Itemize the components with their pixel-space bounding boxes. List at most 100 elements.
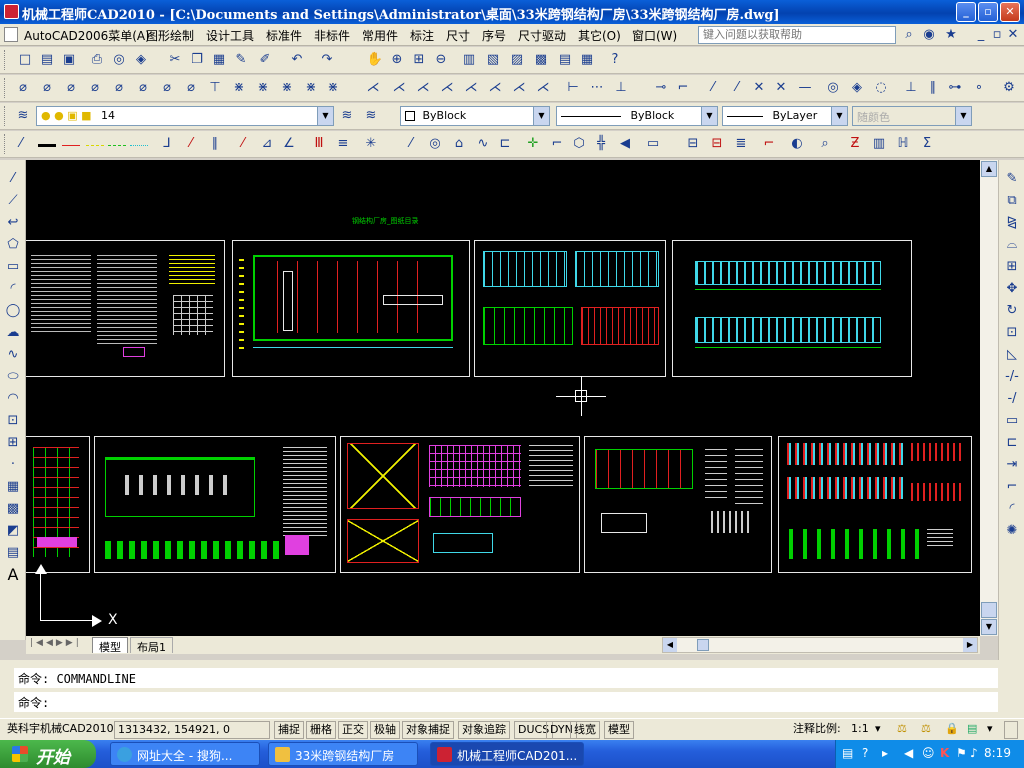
move-icon[interactable]: ✥ [1003,280,1021,298]
frame-icon[interactable]: ⌐ [760,135,778,153]
chevron-down-icon[interactable]: ▾ [984,721,996,739]
trim-icon[interactable]: -/- [1003,368,1021,386]
wave-icon[interactable]: ∿ [474,135,492,153]
communication-icon[interactable]: ◉ [920,26,938,44]
drawing-sheet-plan[interactable] [232,240,470,377]
drawing-canvas[interactable]: 钢结构厂房_图纸目录 X [26,160,980,636]
bars-icon[interactable]: ∥ [206,135,224,153]
table-icon[interactable]: ⊟ [708,135,726,153]
dash-icon[interactable]: — [796,79,814,97]
arc-icon[interactable]: ◜ [4,280,22,298]
yellow-line-icon[interactable] [86,145,104,146]
start-button[interactable]: 开始 [0,740,96,768]
line-icon[interactable]: ⁄ [12,135,30,153]
tab-nav-arrows[interactable]: |◀◀▶▶| [30,638,82,648]
circle-icon[interactable]: ◈ [848,79,866,97]
chamfer-icon[interactable]: ⋌ [438,79,456,97]
circle-icon[interactable]: ◎ [824,79,842,97]
properties-icon[interactable]: ▥ [460,51,478,69]
help-search-input[interactable] [698,26,896,44]
shape-icon[interactable]: ⊏ [496,135,514,153]
markup-icon[interactable]: ▤ [556,51,574,69]
menu-dimension[interactable]: 尺寸 [446,27,470,44]
symbol-icon[interactable]: ⋇ [302,79,320,97]
dim-icon[interactable]: ⋯ [588,79,606,97]
join-icon[interactable]: ⇥ [1003,456,1021,474]
zoom-window-icon[interactable]: ⊞ [410,51,428,69]
lineweight-select[interactable]: ByLayer ▼ [722,106,848,126]
match-properties-icon[interactable]: ✎ [232,51,250,69]
drawing-sheet-elevations[interactable] [474,240,666,377]
task-browser[interactable]: 网址大全 - 搜狗... [110,742,260,766]
drawing-sheet-connections[interactable] [778,436,972,573]
zoom-previous-icon[interactable]: ⊖ [432,51,450,69]
snap-icon[interactable]: ⊶ [946,79,964,97]
hole-icon[interactable]: ⌀ [62,79,80,97]
toggle-grid[interactable]: 栅格 [306,721,336,739]
toolbar-grip[interactable] [4,78,7,98]
numbering-icon[interactable]: ℍ [894,135,912,153]
table-icon[interactable]: ⊟ [684,135,702,153]
gradient-icon[interactable]: ▩ [4,500,22,518]
cut-icon[interactable]: ✂ [166,51,184,69]
close-button[interactable]: ✕ [1000,2,1020,22]
grid-icon[interactable]: ╬ [592,135,610,153]
menu-sequence[interactable]: 序号 [482,27,506,44]
toggle-lineweight[interactable]: 线宽 [570,721,600,739]
linetype-select[interactable]: ByBlock ▼ [556,106,718,126]
red-slash-icon[interactable]: ⁄ [182,135,200,153]
asterisk-icon[interactable]: ✳ [362,135,380,153]
cross-icon[interactable]: ✕ [750,79,768,97]
hole-icon[interactable]: ⌀ [158,79,176,97]
trays-icon[interactable]: ▤ [964,721,980,739]
line-icon[interactable]: ⁄ [402,135,420,153]
parallel-icon[interactable]: ∥ [924,79,942,97]
print-preview-icon[interactable]: ◎ [110,51,128,69]
drawing-sheet-details[interactable] [26,436,90,573]
drawing-sheet-notes[interactable] [26,240,225,377]
region-icon[interactable]: ◩ [4,522,22,540]
circle-icon[interactable]: ◌ [872,79,890,97]
expand-icon[interactable]: ▸ [882,746,888,760]
stretch-icon[interactable]: ◺ [1003,346,1021,364]
rectangle-icon[interactable]: ▭ [4,258,22,276]
mirror-icon[interactable]: ⧎ [1003,214,1021,232]
toggle-otrack[interactable]: 对象追踪 [458,721,510,739]
cross-icon[interactable]: ✕ [772,79,790,97]
menu-common-parts[interactable]: 常用件 [362,27,398,44]
fillet-icon[interactable]: ◜ [1003,500,1021,518]
scroll-right-icon[interactable]: ▶ [963,638,977,652]
polygon-icon[interactable]: ⌂ [450,135,468,153]
corner-icon[interactable]: ⌐ [548,135,566,153]
autoscale-icon[interactable]: ⚖ [918,721,934,739]
equal-icon[interactable]: ≡ [334,135,352,153]
keyboard-icon[interactable]: ▤ [842,746,853,760]
scroll-up-icon[interactable]: ▲ [981,161,997,177]
offset-icon[interactable]: ⌓ [1003,236,1021,254]
title-bar[interactable]: 机械工程师CAD2010 - [C:\Documents and Setting… [0,0,1024,24]
calculator-icon[interactable]: ▦ [578,51,596,69]
polygon-icon[interactable]: ⬠ [4,236,22,254]
menu-nonstandard-parts[interactable]: 非标件 [314,27,350,44]
toolbar-grip[interactable] [4,50,7,70]
chamfer-icon[interactable]: ⋌ [364,79,382,97]
bom-icon[interactable]: ▥ [870,135,888,153]
rotate-icon[interactable]: ↻ [1003,302,1021,320]
dim-icon[interactable]: ⊢ [564,79,582,97]
make-block-icon[interactable]: ⊞ [4,434,22,452]
chevron-down-icon[interactable]: ▼ [317,107,333,125]
angle-icon[interactable]: ⌐ [674,79,692,97]
magnifier-icon[interactable]: ⌕ [816,135,834,153]
chevron-down-icon[interactable]: ▼ [831,107,847,125]
menu-other[interactable]: 其它(O) [578,27,621,44]
text-icon[interactable]: Ƶ [846,135,864,153]
minimize-button[interactable]: _ [956,2,976,22]
break-icon[interactable]: ⊏ [1003,434,1021,452]
new-file-icon[interactable]: □ [16,51,34,69]
angle-icon[interactable]: ∠ [280,135,298,153]
revision-cloud-icon[interactable]: ☁ [4,324,22,342]
menu-autocad[interactable]: AutoCAD2006菜单(A) [24,27,150,44]
block-editor-icon[interactable]: ✐ [256,51,274,69]
tool-palettes-icon[interactable]: ▨ [508,51,526,69]
move-icon[interactable]: ✛ [524,135,542,153]
